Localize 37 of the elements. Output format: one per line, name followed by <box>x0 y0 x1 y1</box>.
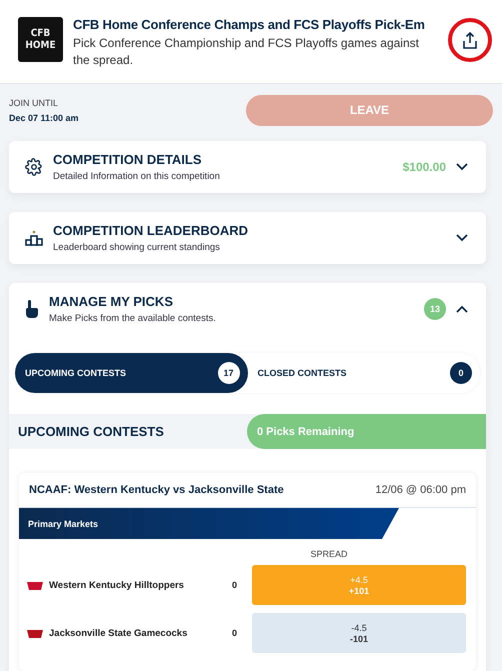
competition-title: CFB Home Conference Champs and FCS Playoffs Pick-Em <box>73 17 426 32</box>
team-name: Western Kentucky Hilltoppers <box>49 580 185 590</box>
competition-description: Pick Conference Championship and FCS Playoffs games against the spread. <box>73 35 420 69</box>
section-subtitle: Detailed Information on this competition <box>53 171 221 182</box>
list-title: UPCOMING CONTESTS <box>17 424 165 439</box>
join-until-date: Dec 07 11:00 am <box>9 112 79 123</box>
pointing-hand-icon <box>25 300 39 318</box>
gear-icon <box>25 158 43 176</box>
tab-label: CLOSED CONTESTS <box>258 368 347 378</box>
column-header: SPREAD <box>309 549 348 561</box>
join-until-label: JOIN UNTIL <box>9 98 60 108</box>
section-title[interactable]: COMPETITION DETAILS <box>53 152 393 167</box>
chevron-icon[interactable] <box>456 305 468 313</box>
tab-label: UPCOMING CONTESTS <box>25 368 126 378</box>
chevron-icon[interactable] <box>456 234 468 242</box>
section-title[interactable]: MANAGE MY PICKS <box>49 294 414 309</box>
tab-count: 17 <box>218 362 240 384</box>
team-score: 0 <box>232 580 238 590</box>
game-time: 12/06 @ 06:00 pm <box>375 484 466 496</box>
contest-tab[interactable]: CLOSED CONTESTS 0 <box>248 353 480 393</box>
picks-remaining-badge: 0 Picks Remaining <box>247 414 486 449</box>
game-title: NCAAF: Western Kentucky vs Jacksonville State <box>29 484 284 496</box>
spread-button[interactable]: -4.5 -101 <box>252 613 466 653</box>
team-score: 0 <box>232 628 238 638</box>
chevron-icon[interactable] <box>456 163 468 171</box>
prize-amount: $100.00 <box>402 160 446 174</box>
tab-count: 0 <box>450 362 472 384</box>
section-subtitle: Make Picks from the available contests. <box>49 313 217 324</box>
market-banner: Primary Markets <box>19 508 399 539</box>
team-name: Jacksonville State Gamecocks <box>49 628 188 638</box>
section-subtitle: Leaderboard showing current standings <box>53 242 221 253</box>
podium-icon <box>25 229 43 247</box>
contest-tab[interactable]: UPCOMING CONTESTS 17 <box>15 353 248 393</box>
share-icon[interactable] <box>462 32 478 48</box>
logo: CFB HOME <box>18 17 63 62</box>
count-badge: 13 <box>424 298 446 320</box>
section-title[interactable]: COMPETITION LEADERBOARD <box>53 223 446 238</box>
